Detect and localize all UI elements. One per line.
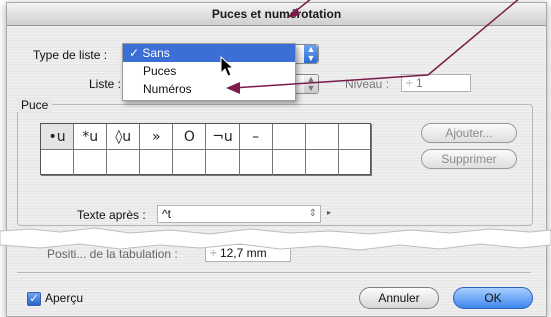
level-label: Niveau : bbox=[345, 77, 390, 91]
glyph-cell[interactable] bbox=[305, 150, 339, 176]
menu-item-numeros[interactable]: Numéros bbox=[123, 80, 295, 98]
glyph-cell[interactable]: •u bbox=[41, 124, 75, 150]
bullet-group-title: Puce bbox=[17, 98, 53, 112]
glyph-cell[interactable]: » bbox=[140, 124, 174, 150]
text-after-label: Texte après : bbox=[77, 208, 146, 222]
select-arrows-icon: ▲ ▼ bbox=[304, 45, 318, 63]
preview-checkbox[interactable]: ✓ bbox=[27, 292, 41, 306]
glyph-cell[interactable] bbox=[74, 150, 108, 176]
level-value: 1 bbox=[415, 76, 423, 90]
glyph-cell[interactable] bbox=[305, 124, 339, 150]
glyph-cell[interactable] bbox=[140, 150, 174, 176]
glyph-cell[interactable]: O bbox=[173, 124, 207, 150]
list-type-label: Type de liste : bbox=[33, 48, 108, 62]
menu-item-sans[interactable]: ✓ Sans bbox=[123, 44, 295, 62]
stepper-icon[interactable]: ⇕ bbox=[309, 206, 317, 222]
glyph-cell[interactable] bbox=[239, 150, 273, 176]
glyph-cell[interactable] bbox=[107, 150, 141, 176]
glyph-cell[interactable]: – bbox=[239, 124, 273, 150]
expand-triangle-icon[interactable]: ▸ bbox=[327, 208, 331, 217]
add-button[interactable]: Ajouter... bbox=[421, 123, 517, 143]
list-label: Liste : bbox=[89, 77, 122, 91]
ok-button[interactable]: OK bbox=[453, 287, 533, 309]
bullet-glyph-grid: •u *u ◊u » O ¬u – bbox=[40, 123, 372, 176]
glyph-cell[interactable]: ¬u bbox=[206, 124, 240, 150]
divider bbox=[17, 272, 531, 273]
glyph-cell[interactable] bbox=[206, 150, 240, 176]
glyph-cell[interactable] bbox=[272, 124, 306, 150]
text-after-value: ^t bbox=[162, 207, 171, 221]
delete-button[interactable]: Supprimer bbox=[421, 149, 517, 169]
glyph-cell[interactable] bbox=[41, 150, 75, 176]
glyph-cell[interactable] bbox=[338, 124, 372, 150]
glyph-cell[interactable] bbox=[173, 150, 207, 176]
glyph-cell[interactable] bbox=[272, 150, 306, 176]
torn-edge bbox=[0, 227, 551, 251]
select-arrows-icon: ▲ ▼ bbox=[304, 75, 318, 93]
menu-item-puces[interactable]: Puces bbox=[123, 62, 295, 80]
level-field[interactable]: ÷ 1 bbox=[401, 74, 471, 92]
glyph-cell[interactable]: ◊u bbox=[107, 124, 141, 150]
text-after-field[interactable]: ^t ⇕ bbox=[157, 205, 321, 223]
glyph-cell[interactable] bbox=[338, 150, 372, 176]
list-type-menu: ✓ Sans Puces Numéros bbox=[122, 43, 296, 101]
stepper-icon[interactable]: ÷ bbox=[406, 76, 413, 90]
glyph-cell[interactable]: *u bbox=[74, 124, 108, 150]
dialog-title: Puces et numérotation bbox=[7, 3, 546, 26]
cancel-button[interactable]: Annuler bbox=[359, 287, 439, 309]
preview-label: Aperçu bbox=[45, 291, 84, 305]
